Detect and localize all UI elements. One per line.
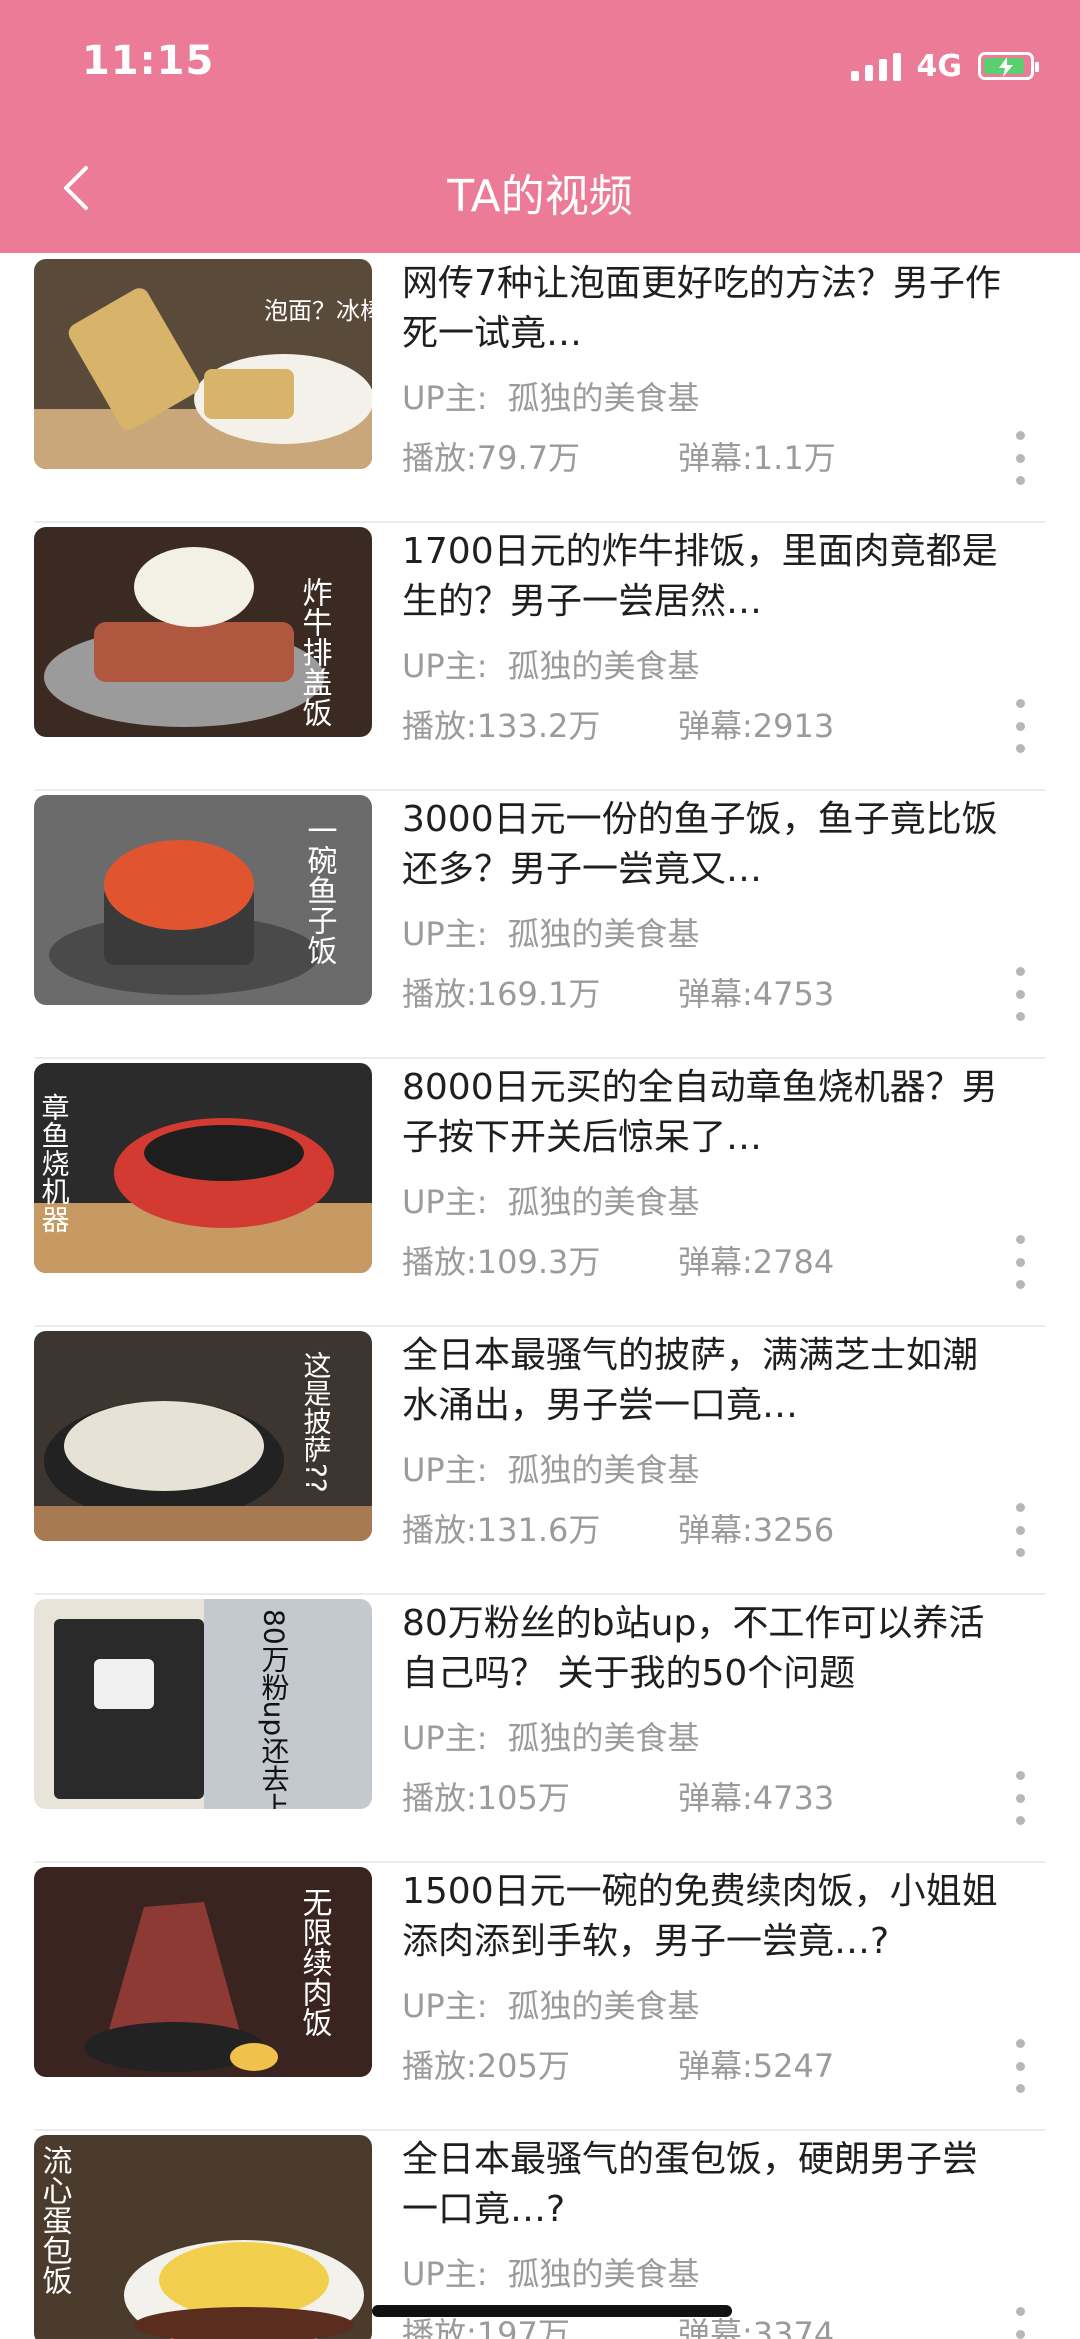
uploader-line: UP主: 孤独的美食基	[402, 373, 700, 419]
network-type: 4G	[916, 48, 963, 84]
video-thumbnail[interactable]: 这是披萨??	[34, 1331, 372, 1541]
uploader-label: UP主:	[402, 647, 488, 685]
video-stats: 播放:79.7万 弹幕:1.1万	[402, 433, 836, 479]
uploader-label: UP主:	[402, 379, 488, 417]
uploader-line: UP主: 孤独的美食基	[402, 1981, 700, 2027]
uploader-name[interactable]: 孤独的美食基	[508, 1987, 700, 2025]
uploader-line: UP主: 孤独的美食基	[402, 2249, 700, 2295]
uploader-name[interactable]: 孤独的美食基	[508, 2255, 700, 2293]
thumb-caption: 泡面？冰棒？	[264, 297, 372, 325]
video-item[interactable]: 炸牛排盖饭 1700日元的炸牛排饭，里面肉竟都是生的？男子一尝居然… UP主: 孤…	[34, 521, 1046, 791]
uploader-label: UP主:	[402, 915, 488, 953]
page-title: TA的视频	[447, 171, 633, 222]
video-stats: 播放:169.1万 弹幕:4753	[402, 969, 834, 1015]
uploader-name[interactable]: 孤独的美食基	[508, 915, 700, 953]
thumb-caption: 80万粉up还去上班吗	[258, 1609, 291, 1809]
play-count: 播放:205万	[402, 2047, 570, 2085]
thumb-caption: 一碗鱼子饭	[302, 815, 338, 965]
play-count: 播放:131.6万	[402, 1511, 601, 1549]
uploader-line: UP主: 孤独的美食基	[402, 909, 700, 955]
video-thumbnail[interactable]: 炸牛排盖饭	[34, 527, 372, 737]
status-time: 11:15	[82, 38, 215, 84]
video-thumbnail[interactable]: 无限续肉饭	[34, 1867, 372, 2077]
video-title[interactable]: 80万粉丝的b站up，不工作可以养活自己吗？ 关于我的50个问题	[402, 1599, 1012, 1699]
video-item[interactable]: 80万粉up还去上班吗 80万粉丝的b站up，不工作可以养活自己吗？ 关于我的5…	[34, 1593, 1046, 1863]
uploader-label: UP主:	[402, 2255, 488, 2293]
uploader-label: UP主:	[402, 1719, 488, 1757]
danmaku-count: 弹幕:5247	[678, 2047, 835, 2085]
video-stats: 播放:133.2万 弹幕:2913	[402, 701, 834, 747]
uploader-line: UP主: 孤独的美食基	[402, 1445, 700, 1491]
uploader-line: UP主: 孤独的美食基	[402, 1177, 700, 1223]
video-title[interactable]: 全日本最骚气的蛋包饭，硬朗男子尝一口竟…?	[402, 2135, 1012, 2235]
signal-icon	[850, 51, 901, 81]
uploader-name[interactable]: 孤独的美食基	[508, 1451, 700, 1489]
more-options-button[interactable]	[1006, 2307, 1034, 2339]
video-item[interactable]: 这是披萨?? 全日本最骚气的披萨，满满芝士如潮水涌出，男子尝一口竟… UP主: 孤…	[34, 1325, 1046, 1595]
uploader-line: UP主: 孤独的美食基	[402, 1713, 700, 1759]
play-count: 播放:133.2万	[402, 707, 601, 745]
video-stats: 播放:131.6万 弹幕:3256	[402, 1505, 834, 1551]
uploader-name[interactable]: 孤独的美食基	[508, 1183, 700, 1221]
video-stats: 播放:105万 弹幕:4733	[402, 1773, 834, 1819]
play-count: 播放:105万	[402, 1779, 570, 1817]
danmaku-count: 弹幕:1.1万	[678, 439, 836, 477]
video-item[interactable]: 无限续肉饭 1500日元一碗的免费续肉饭，小姐姐添肉添到手软，男子一尝竟…? U…	[34, 1861, 1046, 2131]
thumb-caption: 炸牛排盖饭	[297, 577, 333, 727]
video-thumbnail[interactable]: 流心蛋包饭	[34, 2135, 372, 2339]
uploader-name[interactable]: 孤独的美食基	[508, 379, 700, 417]
screen: 11:15 4G TA的视频 泡面？冰 网传7种让泡面更好吃的方法？男子作死一试…	[0, 0, 1080, 2339]
play-count: 播放:169.1万	[402, 975, 601, 1013]
app-header: 11:15 4G TA的视频	[0, 0, 1080, 253]
video-title[interactable]: 8000日元买的全自动章鱼烧机器？男子按下开关后惊呆了…	[402, 1063, 1012, 1163]
video-title[interactable]: 1500日元一碗的免费续肉饭，小姐姐添肉添到手软，男子一尝竟…?	[402, 1867, 1012, 1967]
video-item[interactable]: 一碗鱼子饭 3000日元一份的鱼子饭，鱼子竟比饭还多？男子一尝竟又… UP主: 孤…	[34, 789, 1046, 1059]
thumb-caption: 无限续肉饭	[297, 1887, 333, 2037]
status-icons: 4G	[850, 46, 1039, 86]
more-options-button[interactable]	[1006, 1235, 1034, 1289]
danmaku-count: 弹幕:2784	[678, 1243, 835, 1281]
more-options-button[interactable]	[1006, 1771, 1034, 1825]
video-title[interactable]: 3000日元一份的鱼子饭，鱼子竟比饭还多？男子一尝竟又…	[402, 795, 1012, 895]
video-item[interactable]: 章鱼烧机器 8000日元买的全自动章鱼烧机器？男子按下开关后惊呆了… UP主: 孤…	[34, 1057, 1046, 1327]
more-options-button[interactable]	[1006, 1503, 1034, 1557]
video-thumbnail[interactable]: 一碗鱼子饭	[34, 795, 372, 1005]
play-count: 播放:79.7万	[402, 439, 581, 477]
video-thumbnail[interactable]: 章鱼烧机器	[34, 1063, 372, 1273]
thumb-caption: 流心蛋包饭	[37, 2145, 73, 2295]
danmaku-count: 弹幕:2913	[678, 707, 835, 745]
thumb-caption: 章鱼烧机器	[38, 1093, 71, 1233]
home-indicator[interactable]	[372, 2305, 732, 2317]
video-thumbnail[interactable]: 泡面？冰棒？	[34, 259, 372, 469]
video-thumbnail[interactable]: 80万粉up还去上班吗	[34, 1599, 372, 1809]
danmaku-count: 弹幕:4753	[678, 975, 835, 1013]
video-title[interactable]: 全日本最骚气的披萨，满满芝士如潮水涌出，男子尝一口竟…	[402, 1331, 1012, 1431]
uploader-label: UP主:	[402, 1451, 488, 1489]
more-options-button[interactable]	[1006, 967, 1034, 1021]
thumb-caption: 这是披萨??	[300, 1351, 333, 1493]
uploader-label: UP主:	[402, 1183, 488, 1221]
more-options-button[interactable]	[1006, 431, 1034, 485]
uploader-line: UP主: 孤独的美食基	[402, 641, 700, 687]
battery-icon	[978, 52, 1039, 80]
video-title[interactable]: 网传7种让泡面更好吃的方法？男子作死一试竟…	[402, 259, 1012, 359]
video-stats: 播放:109.3万 弹幕:2784	[402, 1237, 834, 1283]
danmaku-count: 弹幕:4733	[678, 1779, 835, 1817]
uploader-name[interactable]: 孤独的美食基	[508, 647, 700, 685]
video-stats: 播放:205万 弹幕:5247	[402, 2041, 834, 2087]
more-options-button[interactable]	[1006, 699, 1034, 753]
play-count: 播放:109.3万	[402, 1243, 601, 1281]
danmaku-count: 弹幕:3256	[678, 1511, 835, 1549]
more-options-button[interactable]	[1006, 2039, 1034, 2093]
video-title[interactable]: 1700日元的炸牛排饭，里面肉竟都是生的？男子一尝居然…	[402, 527, 1012, 627]
video-item[interactable]: 泡面？冰棒？ 网传7种让泡面更好吃的方法？男子作死一试竟… UP主: 孤独的美食基…	[34, 253, 1046, 523]
uploader-label: UP主:	[402, 1987, 488, 2025]
uploader-name[interactable]: 孤独的美食基	[508, 1719, 700, 1757]
